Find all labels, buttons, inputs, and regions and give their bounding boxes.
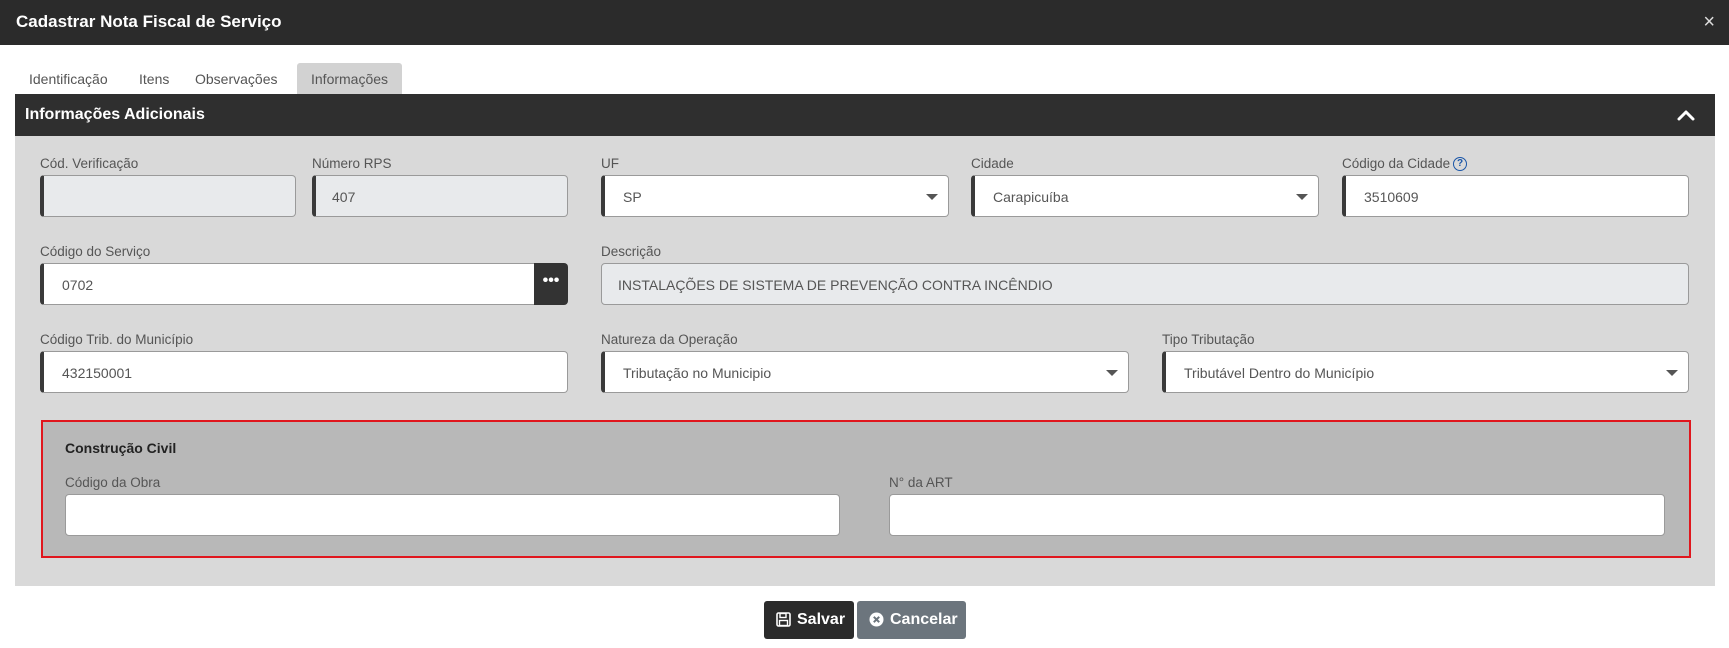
tipo-tributacao-select[interactable]: Tributável Dentro do Município xyxy=(1162,351,1689,393)
cancel-button[interactable]: Cancelar xyxy=(857,601,966,639)
construcao-civil-section: Construção Civil Código da Obra N° da AR… xyxy=(41,420,1691,558)
codigo-obra-input[interactable] xyxy=(65,494,840,536)
save-icon xyxy=(776,612,791,627)
modal-titlebar: Cadastrar Nota Fiscal de Serviço × xyxy=(0,0,1729,45)
tab-identificacao[interactable]: Identificação xyxy=(15,63,122,94)
save-button[interactable]: Salvar xyxy=(764,601,854,639)
chevron-down-icon xyxy=(1666,370,1678,376)
chevron-down-icon xyxy=(926,194,938,200)
numero-rps-label: Número RPS xyxy=(312,156,392,171)
tab-informacoes[interactable]: Informações xyxy=(297,63,403,94)
tipo-tributacao-value: Tributável Dentro do Município xyxy=(1184,365,1375,381)
codigo-cidade-field[interactable]: 3510609 xyxy=(1342,175,1689,217)
codigo-cidade-label: Código da Cidade xyxy=(1342,156,1451,171)
codigo-trib-label: Código Trib. do Município xyxy=(40,332,194,347)
cidade-label: Cidade xyxy=(971,156,1014,171)
search-servico-button[interactable]: ••• xyxy=(534,263,568,305)
chevron-up-icon[interactable] xyxy=(1675,104,1697,126)
help-icon[interactable]: ? xyxy=(1453,157,1468,172)
tab-observacoes[interactable]: Observações xyxy=(181,63,291,94)
cod-verificacao-label: Cód. Verificação xyxy=(40,156,139,171)
uf-label: UF xyxy=(601,156,619,171)
uf-value: SP xyxy=(623,189,642,205)
numero-art-label: N° da ART xyxy=(889,475,953,490)
cancel-circle-icon xyxy=(869,612,884,627)
codigo-trib-field[interactable]: 432150001 xyxy=(40,351,568,393)
codigo-servico-field[interactable]: 0702 xyxy=(40,263,536,305)
modal-title: Cadastrar Nota Fiscal de Serviço xyxy=(16,12,282,31)
descricao-field[interactable]: INSTALAÇÕES DE SISTEMA DE PREVENÇÃO CONT… xyxy=(601,263,1689,305)
codigo-servico-label: Código do Serviço xyxy=(40,244,151,259)
tipo-tributacao-label: Tipo Tributação xyxy=(1162,332,1255,347)
numero-rps-field[interactable]: 407 xyxy=(312,175,568,217)
natureza-operacao-select[interactable]: Tributação no Municipio xyxy=(601,351,1129,393)
codigo-cidade-label-wrap: Código da Cidade? xyxy=(1342,156,1468,172)
save-label: Salvar xyxy=(797,611,846,628)
natureza-operacao-value: Tributação no Municipio xyxy=(623,365,772,381)
cancel-label: Cancelar xyxy=(890,611,958,628)
chevron-down-icon xyxy=(1296,194,1308,200)
cod-verificacao-field[interactable] xyxy=(40,175,296,217)
chevron-down-icon xyxy=(1106,370,1118,376)
uf-select[interactable]: SP xyxy=(601,175,949,217)
panel-title: Informações Adicionais xyxy=(25,106,205,123)
numero-art-input[interactable] xyxy=(889,494,1665,536)
tab-itens[interactable]: Itens xyxy=(125,63,183,94)
cidade-select[interactable]: Carapicuíba xyxy=(971,175,1319,217)
close-icon[interactable]: × xyxy=(1703,12,1715,32)
panel-header: Informações Adicionais xyxy=(15,94,1715,136)
construcao-civil-title: Construção Civil xyxy=(65,440,177,456)
natureza-operacao-label: Natureza da Operação xyxy=(601,332,738,347)
codigo-obra-label: Código da Obra xyxy=(65,475,161,490)
descricao-label: Descrição xyxy=(601,244,662,259)
cidade-value: Carapicuíba xyxy=(993,189,1069,205)
